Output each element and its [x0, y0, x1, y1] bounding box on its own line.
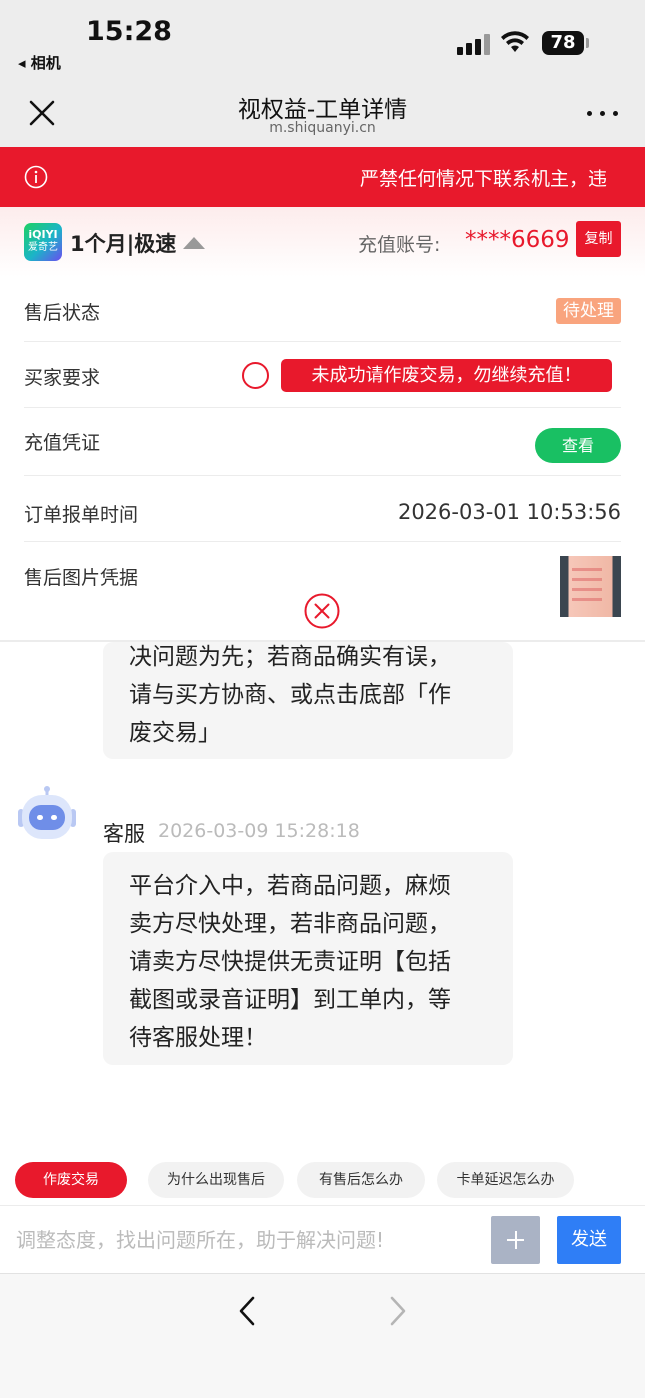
view-proof-button[interactable]: 查看 [535, 428, 621, 463]
battery-icon: 78 [542, 31, 584, 55]
row-status: 售后状态 待处理 [24, 277, 621, 342]
back-arrow-icon[interactable] [233, 1294, 261, 1328]
send-button[interactable]: 发送 [557, 1216, 621, 1264]
plus-icon[interactable] [491, 1216, 540, 1264]
message-input[interactable] [16, 1220, 476, 1260]
row-buyer-request: 买家要求 未成功请作废交易，勿继续充值！ [24, 342, 621, 408]
chat-line: 决问题为先；若商品确实有误， [129, 644, 451, 670]
caret-up-icon[interactable] [183, 237, 205, 249]
chat-bubble-previous: 决问题为先；若商品确实有误， 请与买方协商、或点击底部「作 废交易」 [103, 642, 513, 759]
chat-line: 废交易」 [129, 720, 221, 746]
buyer-request-label: 买家要求 [24, 367, 101, 389]
page-url: m.shiquanyi.cn [269, 120, 376, 136]
request-radio[interactable] [242, 362, 269, 389]
product-name: 1个月|极速 [70, 232, 177, 256]
chat-line: 平台介入中，若商品问题，麻烦 [129, 873, 451, 899]
info-icon [24, 165, 48, 189]
quick-reply-delay[interactable]: 卡单延迟怎么办 [437, 1162, 574, 1198]
back-to-app-link[interactable]: ◂ 相机 [18, 52, 61, 73]
account-value: ****6669 [465, 227, 570, 253]
chat-line: 卖方尽快处理，若非商品问题， [129, 911, 451, 937]
x-circle-icon[interactable] [303, 592, 341, 630]
row-recharge-proof: 充值凭证 查看 [24, 408, 621, 476]
message-input-bar: 发送 [0, 1205, 645, 1273]
robot-avatar-icon [18, 786, 76, 839]
forward-arrow-icon[interactable] [384, 1294, 412, 1328]
row-order-time: 订单报单时间 2026-03-01 10:53:56 [24, 476, 621, 542]
page-title: 视权益-工单详情 [237, 97, 408, 123]
order-time-label: 订单报单时间 [24, 504, 139, 526]
status-bar: 15:28 ◂ 相机 78 [0, 0, 645, 80]
sender-name: 客服 [103, 822, 145, 846]
chat-line: 待客服处理！ [129, 1025, 267, 1051]
account-label: 充值账号: [358, 234, 441, 256]
title-bar: 视权益-工单详情 m.shiquanyi.cn [0, 80, 645, 147]
battery-tip [586, 38, 589, 48]
chat-line: 请卖方尽快提供无责证明【包括 [129, 949, 451, 975]
sender-time: 2026-03-09 15:28:18 [158, 820, 360, 842]
chat-line: 请与买方协商、或点击底部「作 [129, 682, 451, 708]
buyer-request-tag: 未成功请作废交易，勿继续充值！ [281, 359, 612, 392]
notice-text: 严禁任何情况下联系机主，违 [360, 168, 608, 190]
browser-toolbar [0, 1273, 645, 1398]
chat-line: 截图或录音证明】到工单内，等 [129, 987, 451, 1013]
iqiyi-logo: iQIYI 爱奇艺 [24, 223, 62, 261]
status-badge: 待处理 [556, 298, 621, 324]
status-label: 售后状态 [24, 302, 101, 324]
notice-banner: 严禁任何情况下联系机主，违 [0, 147, 645, 207]
status-time: 15:28 [86, 16, 172, 47]
chat-bubble-service: 平台介入中，若商品问题，麻烦 卖方尽快处理，若非商品问题， 请卖方尽快提供无责证… [103, 852, 513, 1065]
order-time-value: 2026-03-01 10:53:56 [397, 500, 621, 524]
quick-reply-void-trade[interactable]: 作废交易 [15, 1162, 127, 1198]
quick-reply-why-aftersale[interactable]: 为什么出现售后 [148, 1162, 284, 1198]
proof-image-thumbnail[interactable] [560, 556, 621, 617]
copy-button[interactable]: 复制 [576, 221, 621, 257]
quick-reply-what-to-do[interactable]: 有售后怎么办 [297, 1162, 425, 1198]
cellular-signal-icon [457, 33, 491, 55]
image-proof-label: 售后图片凭据 [24, 567, 139, 589]
product-header: iQIYI 爱奇艺 1个月|极速 充值账号: ****6669 复制 [0, 207, 645, 277]
more-icon[interactable] [586, 106, 620, 120]
logo-line1: iQIYI [28, 228, 58, 241]
wifi-icon [501, 31, 529, 52]
logo-line2: 爱奇艺 [28, 242, 58, 253]
recharge-proof-label: 充值凭证 [24, 432, 101, 454]
